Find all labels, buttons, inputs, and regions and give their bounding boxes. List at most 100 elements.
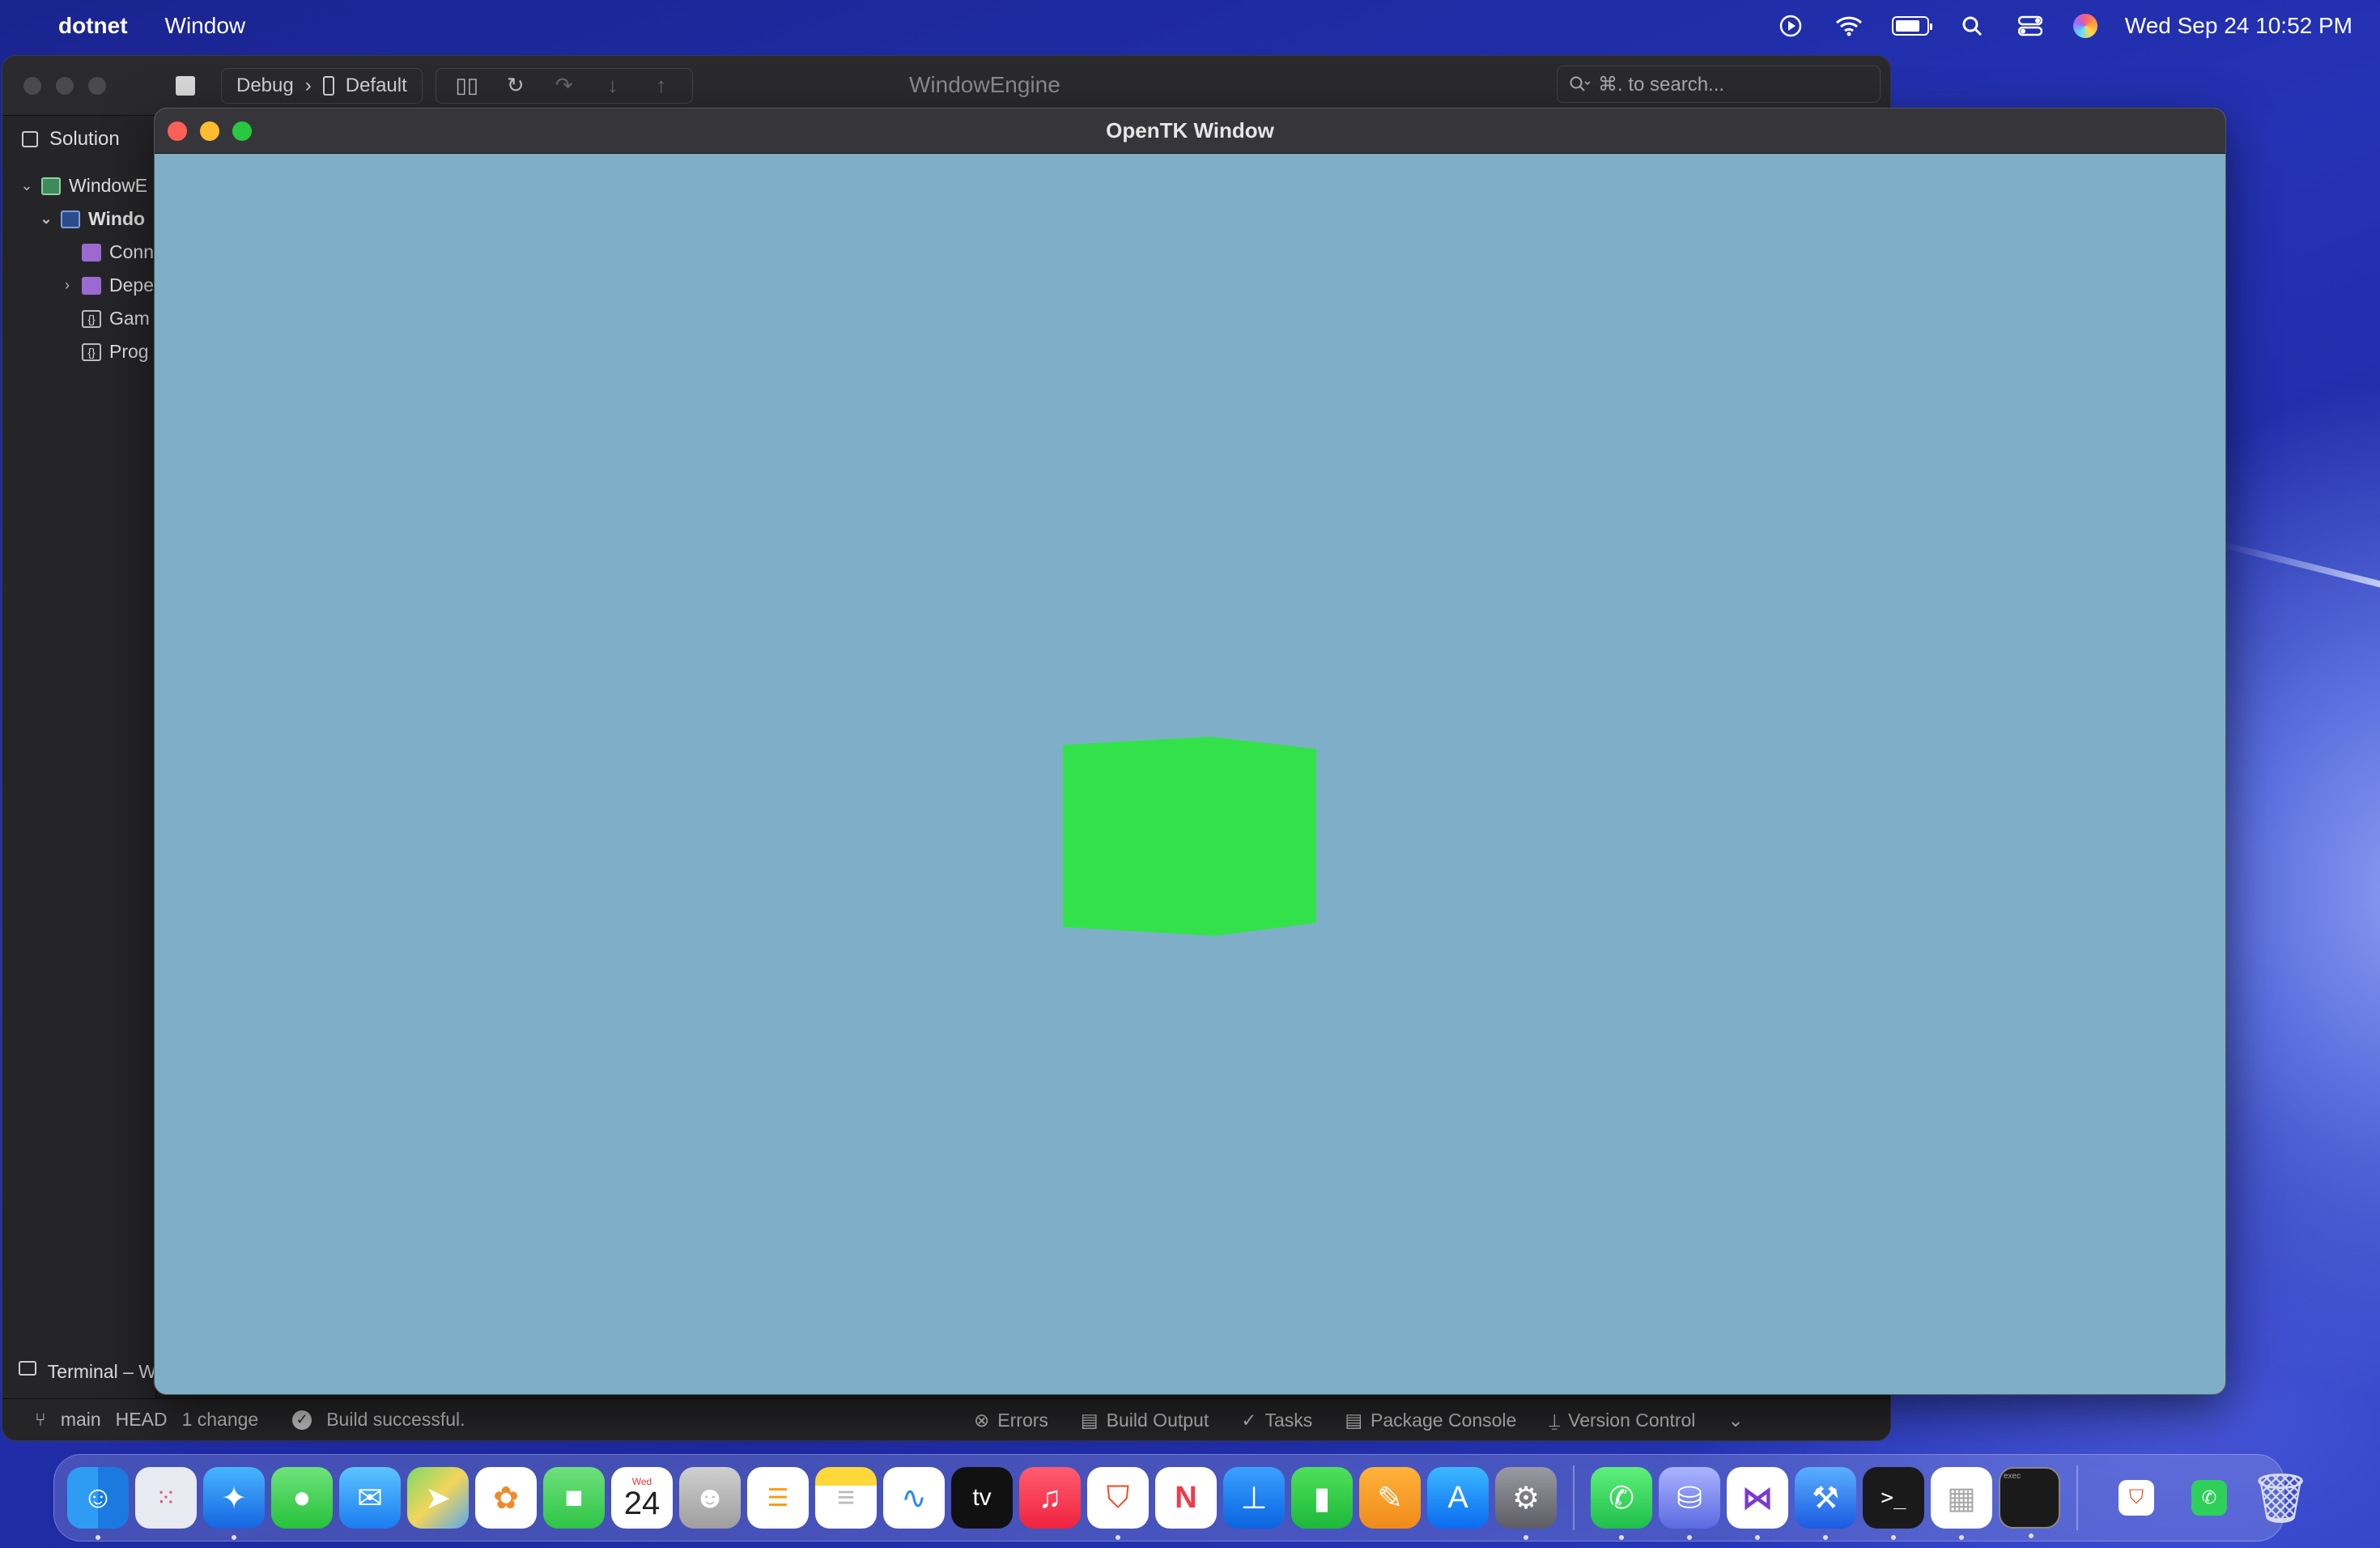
- whatsapp-minimized-icon[interactable]: ✆: [2191, 1480, 2227, 1516]
- tree-item-program-file[interactable]: {} Prog: [2, 335, 155, 368]
- reminders-icon[interactable]: ☰: [747, 1467, 809, 1529]
- launchpad-icon[interactable]: ⁙: [135, 1467, 197, 1529]
- chevron-right-icon[interactable]: ›: [61, 277, 74, 294]
- restart-icon[interactable]: ↻: [493, 73, 538, 98]
- step-out-icon[interactable]: ↑: [639, 73, 684, 98]
- app-menu[interactable]: dotnet: [58, 13, 128, 39]
- csharp-file-icon: {}: [82, 342, 101, 361]
- ide-zoom-button[interactable]: [88, 76, 106, 95]
- chevron-down-icon[interactable]: ⌄: [20, 177, 33, 194]
- terminal-app-icon[interactable]: >_: [1863, 1467, 1924, 1540]
- minimize-button[interactable]: [200, 121, 219, 141]
- tree-item-label: Depe: [109, 274, 154, 296]
- solution-title: Solution: [49, 128, 120, 150]
- terminal-pad-tab[interactable]: Terminal – W: [2, 1342, 156, 1398]
- music-icon[interactable]: ♫: [1019, 1467, 1081, 1529]
- screen-record-icon[interactable]: [1775, 14, 1806, 38]
- exec-terminal-window-icon[interactable]: exec: [1999, 1467, 2060, 1538]
- device-icon: [322, 75, 334, 96]
- brave-minimized-icon[interactable]: ⛉: [2119, 1480, 2154, 1516]
- wifi-icon[interactable]: [1834, 14, 1864, 38]
- maps-icon[interactable]: ➤: [407, 1467, 469, 1529]
- tree-item-label: WindowE: [69, 175, 148, 196]
- step-into-icon[interactable]: ↓: [590, 73, 635, 98]
- build-status: Build successful.: [326, 1409, 465, 1430]
- tab-build-output[interactable]: ▤ Build Output: [1081, 1410, 1209, 1431]
- stop-button[interactable]: [176, 75, 195, 96]
- photos-icon[interactable]: ✿: [475, 1467, 537, 1529]
- siri-icon[interactable]: [2072, 14, 2097, 38]
- csharp-file-icon: {}: [82, 309, 101, 328]
- menu-clock[interactable]: Wed Sep 24 10:52 PM: [2125, 13, 2352, 39]
- tree-item-dependencies[interactable]: › Depe: [2, 269, 155, 302]
- chevron-down-icon[interactable]: ⌄: [40, 211, 53, 228]
- keynote-icon[interactable]: ⊥: [1223, 1467, 1285, 1529]
- ide-close-button[interactable]: [23, 76, 41, 95]
- contacts-icon[interactable]: ☻: [679, 1467, 741, 1529]
- apple-tv-icon[interactable]: tv: [951, 1467, 1013, 1529]
- opentk-titlebar[interactable]: OpenTK Window: [155, 108, 2225, 154]
- run-configuration-selector[interactable]: Debug › Default: [221, 67, 423, 104]
- git-changes[interactable]: 1 change: [182, 1409, 259, 1431]
- tree-item-project[interactable]: ⌄ Windo: [2, 202, 155, 236]
- git-branch[interactable]: main: [61, 1409, 101, 1431]
- battery-icon[interactable]: [1891, 16, 1932, 36]
- tab-version-control[interactable]: ⍊ Version Control: [1549, 1410, 1695, 1431]
- tree-item-label: Prog: [109, 341, 149, 362]
- ide-window-title: WindowEngine: [909, 72, 1060, 97]
- messages-icon[interactable]: ●: [271, 1467, 333, 1529]
- error-icon: ⊗: [974, 1409, 990, 1431]
- calendar-icon[interactable]: Wed 24: [611, 1467, 673, 1529]
- checkmark-icon: ✓: [1241, 1409, 1257, 1431]
- solution-tree: ⌄ WindowE ⌄ Windo Conn › Depe {} Gam {} …: [2, 169, 155, 368]
- notes-icon[interactable]: ≡: [815, 1467, 877, 1529]
- chevron-down-icon[interactable]: ⌄: [1728, 1410, 1743, 1431]
- solution-pad-header[interactable]: Solution: [2, 116, 155, 163]
- mail-icon[interactable]: ✉: [339, 1467, 401, 1529]
- tree-item-solution[interactable]: ⌄ WindowE: [2, 169, 155, 202]
- tab-tasks[interactable]: ✓ Tasks: [1241, 1410, 1312, 1431]
- tab-errors[interactable]: ⊗ Errors: [974, 1410, 1048, 1431]
- pause-icon[interactable]: ▯▯: [444, 73, 490, 98]
- ide-search-field[interactable]: ⌘. to search...: [1557, 66, 1881, 103]
- calendar-day: 24: [623, 1486, 661, 1521]
- dock-separator: [2076, 1465, 2078, 1530]
- brave-browser-icon[interactable]: ⛉: [1087, 1467, 1149, 1540]
- tab-package-console[interactable]: ▤ Package Console: [1345, 1410, 1516, 1431]
- xcode-icon[interactable]: ⚒: [1795, 1467, 1856, 1540]
- bottom-pad-tabs: ⊗ Errors ▤ Build Output ✓ Tasks ▤ Package Co…: [974, 1399, 1744, 1440]
- facetime-icon[interactable]: ■: [543, 1467, 605, 1529]
- terminal-label: Terminal – W: [47, 1361, 156, 1382]
- step-over-icon[interactable]: ↷: [542, 73, 587, 98]
- opentk-window-title: OpenTK Window: [1106, 118, 1274, 142]
- folder-icon: [82, 276, 101, 295]
- zoom-button[interactable]: [232, 121, 252, 141]
- folder-icon: [82, 243, 101, 262]
- console-icon: ▤: [1345, 1409, 1363, 1431]
- search-icon: [1570, 76, 1590, 91]
- green-cube: [1063, 737, 1316, 936]
- git-branch-icon: ⑂: [35, 1409, 46, 1430]
- numbers-icon[interactable]: ▮: [1291, 1467, 1353, 1529]
- control-center-icon[interactable]: [2015, 14, 2046, 38]
- whatsapp-icon[interactable]: ✆: [1591, 1467, 1652, 1540]
- trash-icon[interactable]: 🗑: [2250, 1467, 2311, 1529]
- database-app-icon[interactable]: ⛁: [1659, 1467, 1720, 1540]
- pages-icon[interactable]: ✎: [1359, 1467, 1421, 1529]
- news-icon[interactable]: N: [1155, 1467, 1217, 1529]
- close-button[interactable]: [168, 121, 187, 141]
- tree-item-connected-services[interactable]: Conn: [2, 236, 155, 269]
- tree-item-game-file[interactable]: {} Gam: [2, 302, 155, 335]
- safari-icon[interactable]: ✦: [203, 1467, 265, 1540]
- app-store-icon[interactable]: A: [1427, 1467, 1489, 1529]
- spotlight-search-icon[interactable]: [1957, 14, 1987, 38]
- system-settings-icon[interactable]: ⚙: [1495, 1467, 1557, 1540]
- visual-studio-icon[interactable]: ⋈: [1727, 1467, 1788, 1540]
- window-menu[interactable]: Window: [165, 13, 246, 39]
- solution-sidebar: Solution ⌄ WindowE ⌄ Windo Conn › Depe {…: [2, 116, 156, 1398]
- text-edit-icon[interactable]: ▦: [1931, 1467, 1992, 1540]
- freeform-icon[interactable]: ∿: [883, 1467, 945, 1529]
- finder-icon[interactable]: ☺: [67, 1467, 129, 1540]
- ide-minimize-button[interactable]: [56, 76, 74, 95]
- run-target: Default: [345, 74, 407, 96]
